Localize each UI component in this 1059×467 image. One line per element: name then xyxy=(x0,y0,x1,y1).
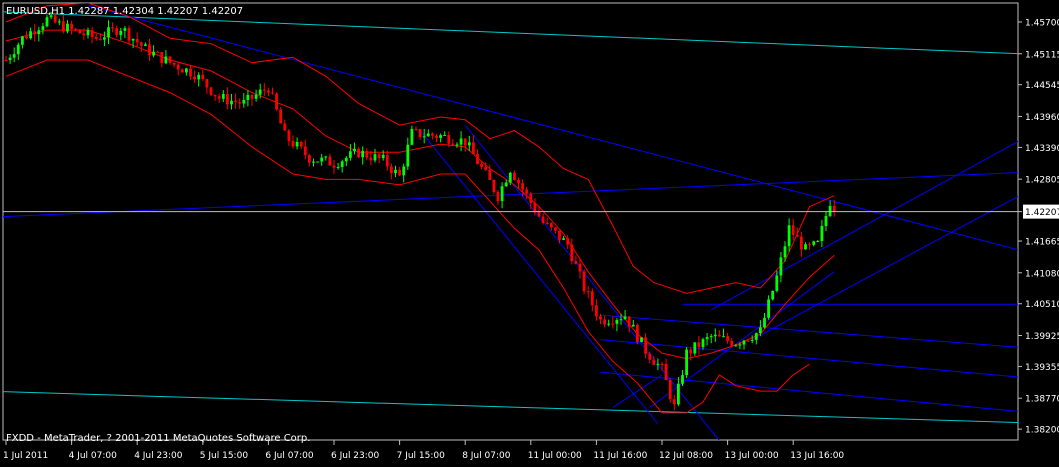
candle xyxy=(771,290,774,300)
x-tick-label: 1 Jul 2011 xyxy=(3,451,48,461)
x-tick-label: 6 Jul 07:00 xyxy=(265,451,314,461)
y-tick-label: 1.42805 xyxy=(1025,176,1059,186)
y-tick-label: 1.43390 xyxy=(1025,144,1059,154)
x-tick-label: 7 Jul 15:00 xyxy=(397,451,446,461)
price-chart[interactable]: 1.45700 1.45115 1.44545 1.43960 1.43390 1.428… xyxy=(0,0,1059,463)
metatrader-chart-window[interactable]: 1.45700 1.45115 1.44545 1.43960 1.43390 1.428… xyxy=(0,0,1059,463)
candle xyxy=(275,92,278,111)
y-tick-label: 1.40510 xyxy=(1025,300,1059,310)
candle xyxy=(279,107,282,124)
y-tick-label: 1.44545 xyxy=(1025,81,1059,91)
y-tick-label: 1.38770 xyxy=(1025,395,1059,405)
y-tick-label: 1.39355 xyxy=(1025,363,1059,373)
y-tick-label: 1.43960 xyxy=(1025,113,1059,123)
x-tick-label: 5 Jul 15:00 xyxy=(200,451,249,461)
candle xyxy=(640,337,643,342)
y-tick-label: 1.38200 xyxy=(1025,426,1059,436)
x-tick-label: 11 Jul 00:00 xyxy=(528,451,582,461)
y-tick-label: 1.41080 xyxy=(1025,269,1059,279)
x-tick-label: 4 Jul 23:00 xyxy=(134,451,183,461)
x-tick-label: 13 Jul 16:00 xyxy=(790,451,844,461)
x-tick-label: 13 Jul 00:00 xyxy=(725,451,779,461)
candle xyxy=(78,29,81,34)
copyright-label: FXDD - MetaTrader, ? 2001-2011 MetaQuote… xyxy=(6,433,310,444)
y-tick-label: 1.42207 xyxy=(1025,208,1059,218)
candle xyxy=(685,347,688,378)
y-tick-label: 1.41665 xyxy=(1025,238,1059,248)
x-tick-label: 12 Jul 08:00 xyxy=(659,451,713,461)
y-tick-label: 1.45700 xyxy=(1025,19,1059,29)
candle xyxy=(636,323,639,344)
y-tick-label: 1.45115 xyxy=(1025,50,1059,60)
x-tick-label: 8 Jul 07:00 xyxy=(462,451,511,461)
candle xyxy=(357,147,360,158)
symbol-info-label: EURUSD,H1 1.42287 1.42304 1.42207 1.4220… xyxy=(6,6,243,17)
candle xyxy=(583,269,586,294)
plot-area xyxy=(3,3,1018,440)
y-tick-label: 1.39925 xyxy=(1025,332,1059,342)
x-tick-label: 6 Jul 23:00 xyxy=(331,451,380,461)
x-tick-label: 11 Jul 16:00 xyxy=(593,451,647,461)
x-tick-label: 4 Jul 07:00 xyxy=(69,451,118,461)
